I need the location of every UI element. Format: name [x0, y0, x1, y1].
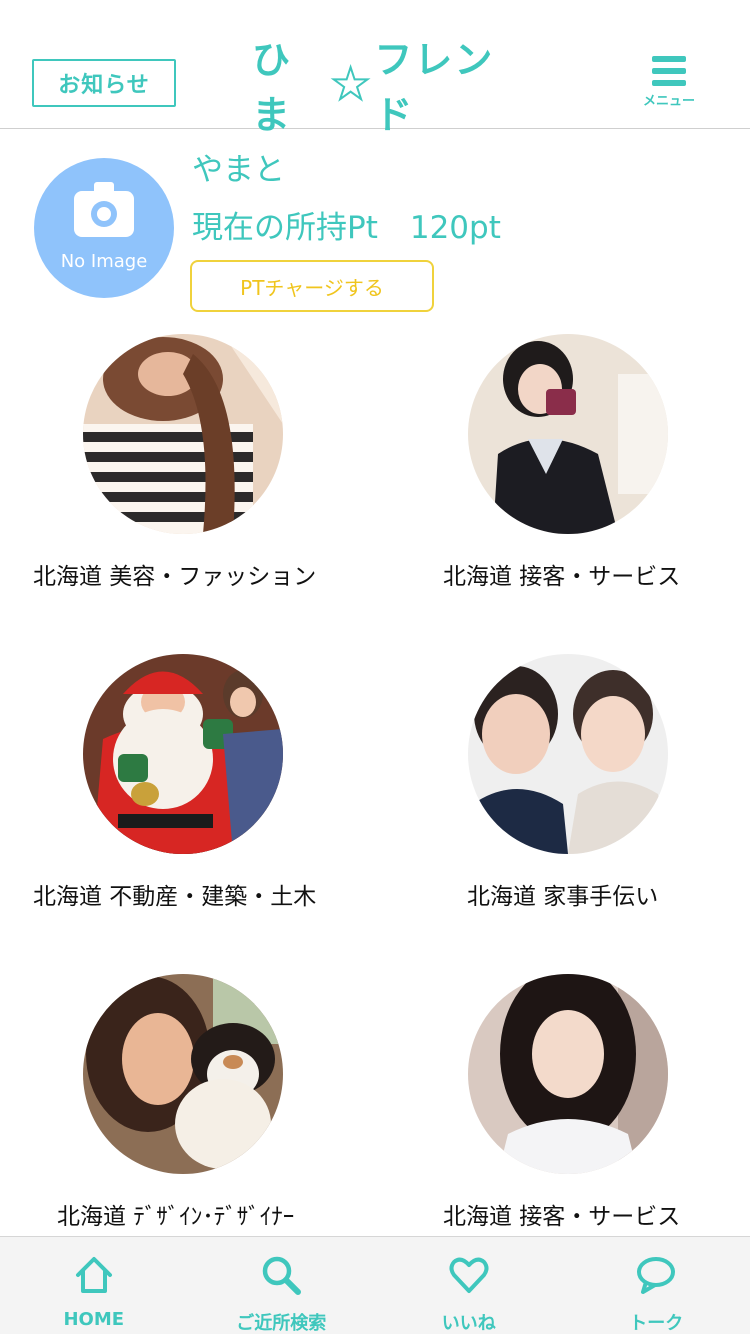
pt-charge-button[interactable]: PTチャージする [190, 260, 434, 312]
tab-talk-label: トーク [629, 1313, 684, 1334]
friend-photo[interactable] [468, 654, 668, 854]
friend-caption: 北海道 美容・ファッション [33, 564, 317, 590]
points-value: 120pt [409, 210, 501, 246]
friend-card[interactable]: 北海道 不動産・建築・土木 [0, 654, 375, 954]
bottom-tab-bar: HOME ご近所検索 いいね トーク [0, 1236, 750, 1334]
home-icon [75, 1257, 112, 1293]
logo-text-1: ひま [252, 38, 293, 137]
friend-photo[interactable] [468, 974, 668, 1174]
friend-photo[interactable] [83, 974, 283, 1174]
app-header: お知らせ ひま ★ フレンド メニュー [0, 0, 750, 137]
friend-caption: 北海道 家事手伝い [467, 884, 659, 910]
tab-talk[interactable]: トーク [563, 1237, 750, 1334]
tab-like-label: いいね [441, 1313, 496, 1334]
friend-caption: 北海道 不動産・建築・土木 [33, 884, 317, 910]
friend-photo[interactable] [83, 334, 283, 534]
friend-card[interactable]: 北海道 ﾃﾞｻﾞｲﾝ･ﾃﾞｻﾞｲﾅｰ [0, 974, 375, 1274]
menu-icon [652, 56, 686, 86]
tab-search-label: ご近所検索 [236, 1313, 327, 1334]
friend-card[interactable]: 北海道 美容・ファッション [0, 334, 375, 634]
star-icon: ★ [330, 58, 373, 111]
user-name: やまと [192, 152, 285, 188]
friend-photo[interactable] [468, 334, 668, 534]
friend-caption: 北海道 接客・サービス [443, 1204, 681, 1230]
speech-bubble-icon [637, 1257, 676, 1294]
friend-card[interactable]: 北海道 接客・サービス [375, 334, 750, 634]
heart-icon [449, 1257, 489, 1293]
menu-label: メニュー [642, 94, 695, 109]
user-avatar[interactable]: No Image [34, 158, 174, 298]
friend-caption: 北海道 ﾃﾞｻﾞｲﾝ･ﾃﾞｻﾞｲﾅｰ [57, 1204, 295, 1230]
logo-text-2: フレンド [374, 38, 495, 137]
friend-card[interactable]: 北海道 家事手伝い [375, 654, 750, 954]
notice-button[interactable]: お知らせ [32, 59, 176, 107]
tab-search[interactable]: ご近所検索 [188, 1237, 376, 1334]
tab-home[interactable]: HOME [0, 1237, 188, 1334]
tab-home-label: HOME [63, 1309, 125, 1330]
friend-card[interactable]: 北海道 接客・サービス [375, 974, 750, 1274]
app-logo: ひま ★ フレンド [252, 38, 528, 137]
menu-button[interactable]: メニュー [636, 56, 702, 112]
avatar-no-image-label: No Image [60, 250, 148, 272]
search-icon [263, 1256, 302, 1295]
friend-caption: 北海道 接客・サービス [443, 564, 681, 590]
friend-photo[interactable] [83, 654, 283, 854]
points-label: 現在の所持Pt [192, 210, 378, 246]
tab-like[interactable]: いいね [375, 1237, 563, 1334]
points-display: 現在の所持Pt 120pt [192, 202, 501, 247]
camera-icon [74, 181, 134, 237]
